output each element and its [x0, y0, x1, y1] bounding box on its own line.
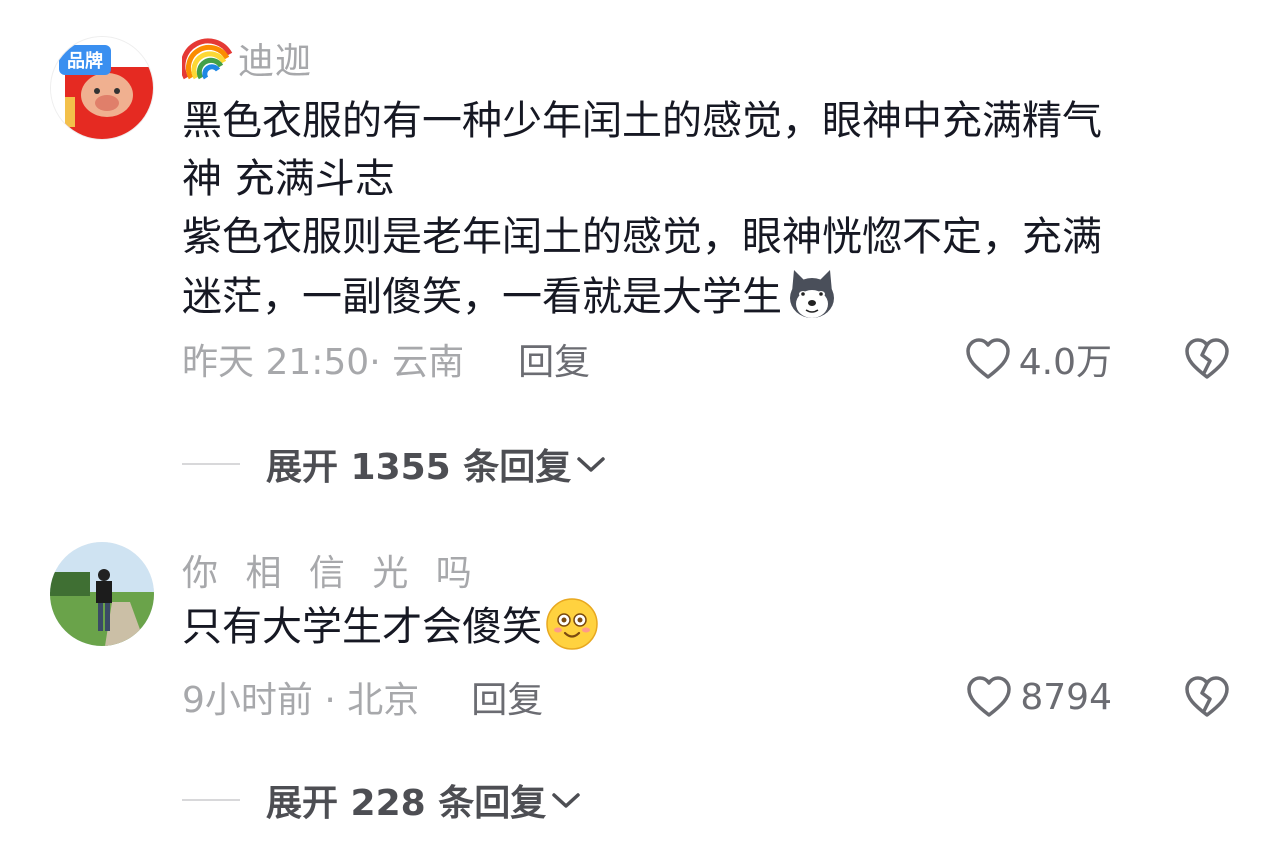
username-row: 迪迦 [182, 32, 312, 84]
avatar[interactable]: 品牌 [50, 36, 154, 140]
reply-button[interactable]: 回复 [471, 671, 543, 723]
divider-line [182, 799, 240, 801]
broken-heart-icon [1185, 676, 1229, 717]
rainbow-icon [182, 38, 233, 80]
like-button[interactable]: 8794 [966, 675, 1112, 719]
broken-heart-icon [1185, 338, 1229, 379]
comment-text: 只有大学生才会傻笑 [182, 596, 1242, 656]
expand-replies-button[interactable]: 展开 1355 条回复 [182, 438, 607, 490]
comment-text-line: 迷茫，一副傻笑，一看就是大学生 [182, 274, 782, 320]
comment-text-line-with-emoji: 迷茫，一副傻笑，一看就是大学生 [182, 266, 1242, 326]
username-row: 你 相 信 光 吗 [182, 544, 480, 596]
comment-text: 黑色衣服的有一种少年闰土的感觉，眼神中充满精气 神 充满斗志 紫色衣服则是老年闰… [182, 92, 1242, 326]
heart-outline-icon [967, 676, 1012, 717]
like-count: 4.0万 [1018, 342, 1112, 383]
comment-text-line: 紫色衣服则是老年闰土的感觉，眼神恍惚不定，充满 [182, 214, 1102, 260]
username[interactable]: 迪迦 [238, 32, 312, 84]
expand-replies-label: 展开 1355 条回复 [266, 447, 572, 488]
brand-badge: 品牌 [59, 45, 111, 75]
avatar-image [50, 542, 154, 646]
username[interactable]: 你 相 信 光 吗 [182, 544, 480, 596]
comment-text-line: 神 充满斗志 [182, 156, 395, 202]
smiling-face-emoji [546, 598, 598, 650]
like-button[interactable]: 4.0万 [965, 333, 1112, 385]
chevron-down-icon [577, 457, 606, 472]
avatar[interactable] [50, 542, 154, 646]
comment-text-line: 只有大学生才会傻笑 [182, 604, 542, 650]
reply-button[interactable]: 回复 [518, 333, 590, 385]
chevron-down-icon [552, 793, 580, 808]
time-location: 9小时前 · 北京 [182, 680, 420, 721]
comment-meta: 昨天 21:50· 云南 回复 4.0万 [182, 334, 1242, 384]
divider-line [182, 463, 240, 465]
comment-text-line: 黑色衣服的有一种少年闰土的感觉，眼神中充满精气 [182, 98, 1102, 144]
time-location: 昨天 21:50· 云南 [182, 342, 465, 383]
dislike-button[interactable] [1182, 672, 1232, 722]
husky-dog-emoji [790, 270, 834, 318]
expand-replies-label: 展开 228 条回复 [266, 783, 547, 824]
comment-text-line-with-emoji: 只有大学生才会傻笑 [182, 596, 1242, 656]
like-count: 8794 [1020, 676, 1112, 718]
comment-meta: 9小时前 · 北京 回复 8794 [182, 672, 1242, 722]
dislike-button[interactable] [1182, 334, 1232, 384]
heart-outline-icon [965, 338, 1010, 379]
expand-replies-button[interactable]: 展开 228 条回复 [182, 774, 582, 826]
